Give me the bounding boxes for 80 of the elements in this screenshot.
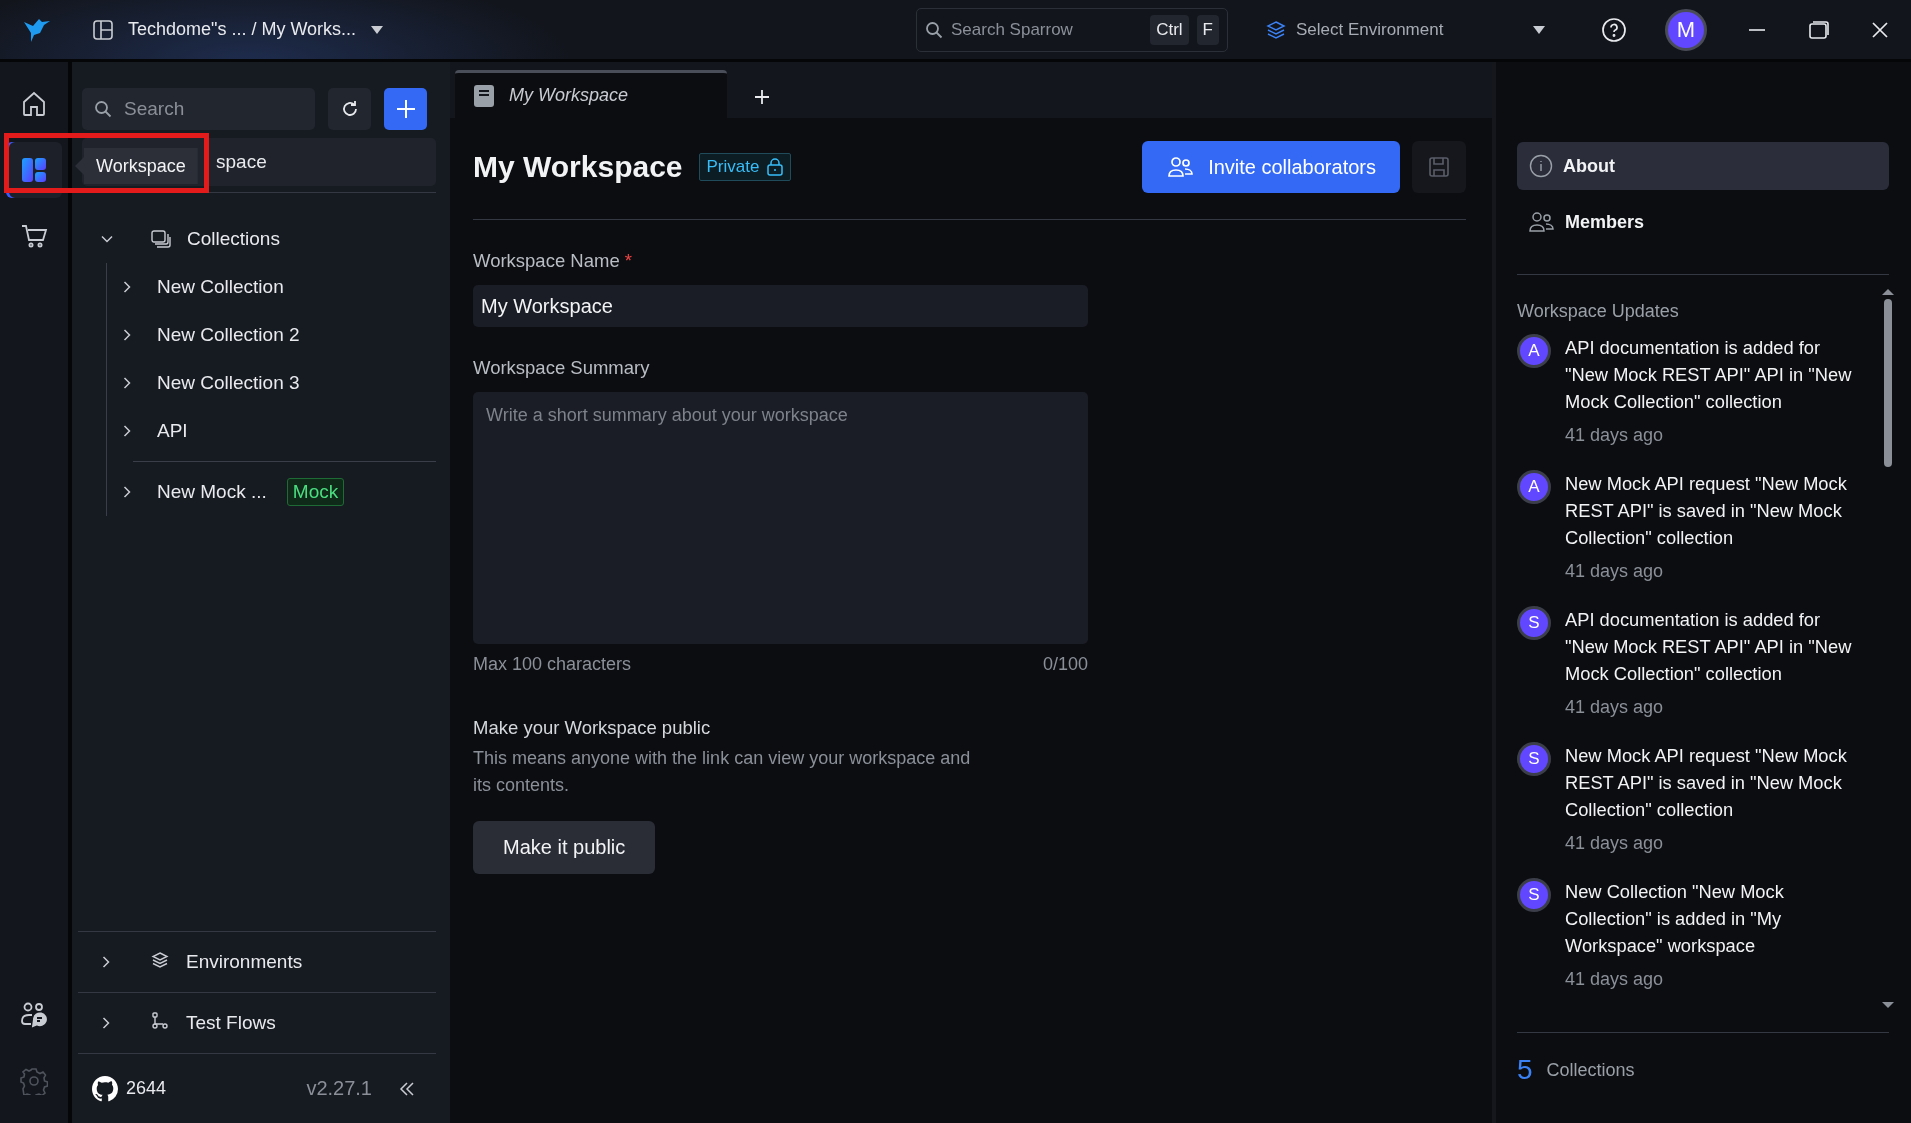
version-label: v2.27.1 xyxy=(306,1077,372,1100)
visibility-badge: Private xyxy=(698,153,792,181)
user-avatar: S xyxy=(1517,878,1551,912)
shortcut-key: Ctrl xyxy=(1150,14,1189,45)
add-button[interactable] xyxy=(384,88,427,130)
search-field[interactable]: Search xyxy=(82,88,315,130)
section-item[interactable]: Environments xyxy=(78,931,436,992)
update-time: 41 days ago xyxy=(1565,697,1665,718)
info-icon xyxy=(1529,154,1553,178)
user-avatar: A xyxy=(1517,334,1551,368)
star-count: 2644 xyxy=(126,1078,167,1099)
update-time: 41 days ago xyxy=(1565,425,1665,446)
update-text: New Mock API request "New Mock REST API" is saved in "New Mock Collection" collection xyxy=(1565,744,1848,822)
search-field[interactable]: Search Sparrow Ctrl F xyxy=(916,7,1228,52)
github-icon[interactable] xyxy=(92,1075,118,1102)
hint-text: Max 100 characters xyxy=(473,654,632,675)
search-icon xyxy=(94,100,112,118)
tab[interactable]: My Workspace xyxy=(455,70,727,118)
help-icon[interactable] xyxy=(1601,16,1627,43)
invite-button[interactable]: Invite collaborators xyxy=(1142,141,1400,193)
section-title: Make your Workspace public xyxy=(473,717,712,739)
character-counter: 0/100 xyxy=(1042,654,1088,675)
workspace-icon[interactable] xyxy=(20,156,48,184)
flow-icon xyxy=(150,1010,170,1031)
field-label: Workspace Summary xyxy=(473,357,651,379)
user-avatar: A xyxy=(1517,470,1551,504)
tooltip: Workspace xyxy=(75,148,198,184)
update-text: API documentation is added for "New Mock REST API" API in "New Mock Collection" collection xyxy=(1565,608,1853,686)
plus-icon xyxy=(394,98,417,120)
breadcrumb[interactable]: Techdome"s ... / My Works... xyxy=(128,19,357,40)
refresh-button[interactable] xyxy=(328,88,371,130)
collection-item[interactable]: New Collection xyxy=(107,263,436,311)
caret-icon[interactable] xyxy=(370,24,385,35)
collapse-icon[interactable] xyxy=(398,1079,416,1098)
update-time: 41 days ago xyxy=(1565,833,1665,854)
field-label: Workspace Name xyxy=(473,250,620,271)
collections-icon xyxy=(151,230,171,248)
collection-count: 5 xyxy=(1517,1054,1533,1086)
page-title: My Workspace xyxy=(473,150,683,184)
section-title: Workspace Updates xyxy=(1517,301,1680,322)
summary-field[interactable]: Write a short summary about your workspace xyxy=(473,392,1088,644)
book-icon xyxy=(473,83,495,108)
collections-item[interactable]: Collections xyxy=(82,215,436,263)
name-field[interactable]: My Workspace xyxy=(473,285,1088,327)
layout-icon[interactable] xyxy=(92,18,114,41)
people-icon xyxy=(1168,156,1195,178)
user-avatar: S xyxy=(1517,606,1551,640)
update-time: 41 days ago xyxy=(1565,561,1665,582)
description-text: This means anyone with the link can view your workspace and its contents. xyxy=(473,747,972,797)
people-icon xyxy=(1529,211,1555,233)
update-text: API documentation is added for "New Mock REST API" API in "New Mock Collection" collection xyxy=(1565,336,1853,414)
update-text: New Collection "New Mock Collection" is added in "My Workspace" workspace xyxy=(1565,880,1785,958)
collection-item[interactable]: New Collection 2 xyxy=(107,311,436,359)
collection-item[interactable]: New Mock ... Mock xyxy=(107,468,436,516)
update-text: New Mock API request "New Mock REST API" is saved in "New Mock Collection" collection xyxy=(1565,472,1848,550)
user-avatar[interactable]: M xyxy=(1665,8,1707,51)
lock-icon xyxy=(767,158,784,176)
caret-icon xyxy=(1532,24,1546,35)
layers-icon xyxy=(1266,19,1286,40)
save-icon xyxy=(1428,156,1450,178)
shortcut-key: F xyxy=(1196,14,1219,45)
cart-icon[interactable] xyxy=(20,222,48,250)
panel-tab[interactable]: About xyxy=(1517,142,1889,190)
home-icon[interactable] xyxy=(20,90,48,118)
collection-item[interactable]: API xyxy=(107,407,436,455)
user-avatar: S xyxy=(1517,742,1551,776)
count-label: Collections xyxy=(1546,1059,1635,1081)
restore-icon[interactable] xyxy=(1808,19,1830,40)
collection-item[interactable]: New Collection 3 xyxy=(107,359,436,407)
panel-tab[interactable]: Members xyxy=(1517,198,1889,246)
environment-select[interactable]: Select Environment xyxy=(1266,19,1546,40)
required-mark: * xyxy=(624,250,633,271)
section-item[interactable]: Test Flows xyxy=(78,992,436,1053)
layers-icon xyxy=(150,949,170,970)
new-tab-icon[interactable] xyxy=(753,88,771,106)
update-time: 41 days ago xyxy=(1565,969,1665,990)
search-icon xyxy=(925,20,943,39)
mock-badge: Mock xyxy=(286,478,345,506)
close-icon[interactable] xyxy=(1871,20,1889,39)
make-public-button[interactable]: Make it public xyxy=(473,821,656,874)
